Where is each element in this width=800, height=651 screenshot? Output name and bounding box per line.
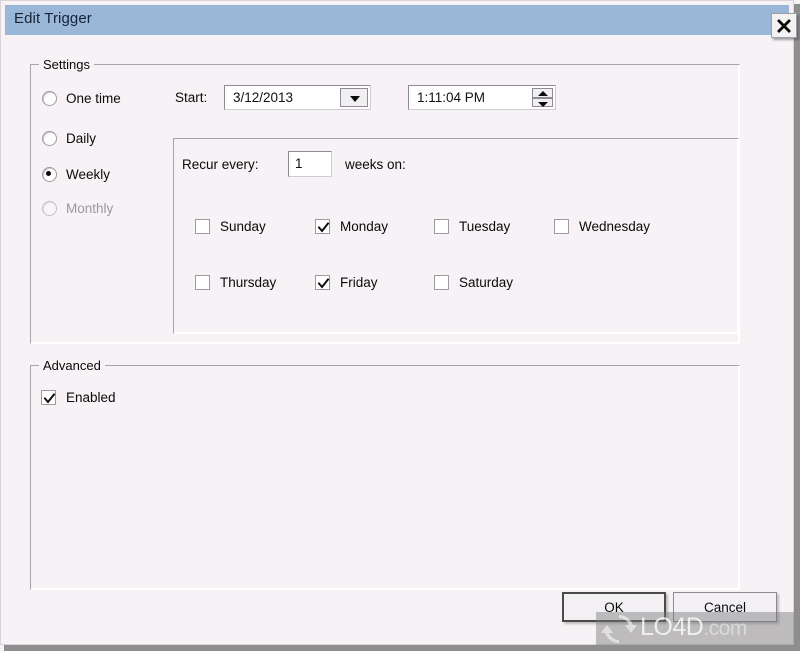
checkbox-sunday-label: Sunday [220,219,266,234]
checkbox-tuesday[interactable]: Tuesday [434,219,510,234]
cancel-button[interactable]: Cancel [673,592,777,622]
radio-one-time-label: One time [66,91,121,106]
advanced-group-border [30,365,740,590]
checkbox-friday-label: Friday [340,275,378,290]
start-date-field[interactable]: 3/12/2013 [224,85,371,110]
checkmark-icon [43,393,56,404]
checkbox-monday[interactable]: Monday [315,219,388,234]
checkbox-friday[interactable]: Friday [315,275,378,290]
start-time-field[interactable]: 1:11:04 PM [408,85,556,110]
radio-one-time-mark [42,91,57,106]
recur-interval-input[interactable]: 1 [288,151,332,177]
start-date-value: 3/12/2013 [233,90,294,105]
checkbox-monday-mark [315,219,330,234]
checkbox-thursday-mark [195,275,210,290]
checkbox-sunday[interactable]: Sunday [195,219,266,234]
checkbox-monday-label: Monday [340,219,389,234]
radio-daily[interactable]: Daily [42,131,96,146]
close-icon [777,19,791,33]
checkbox-wednesday-mark [554,219,569,234]
checkbox-thursday[interactable]: Thursday [195,275,276,290]
radio-daily-label: Daily [66,131,97,146]
title-bar: Edit Trigger [5,5,797,38]
radio-weekly-mark [42,167,57,182]
checkbox-wednesday-label: Wednesday [579,219,651,234]
checkbox-tuesday-label: Tuesday [459,219,511,234]
checkbox-enabled-mark [41,390,56,405]
radio-monthly: Monthly [42,201,113,216]
radio-daily-mark [42,131,57,146]
checkbox-saturday-mark [434,275,449,290]
checkbox-friday-mark [315,275,330,290]
start-time-spinner[interactable] [532,88,553,107]
start-date-dropdown-button[interactable] [340,88,368,107]
checkbox-saturday[interactable]: Saturday [434,275,513,290]
checkbox-enabled[interactable]: Enabled [41,390,116,405]
settings-group-legend: Settings [39,57,94,72]
start-label: Start: [175,90,208,105]
checkmark-icon [317,278,330,289]
checkmark-icon [317,222,330,233]
checkbox-thursday-label: Thursday [220,275,277,290]
radio-monthly-mark [42,201,57,216]
dialog-shadow-bottom [4,645,800,651]
recur-interval-value: 1 [295,156,303,171]
checkbox-enabled-label: Enabled [66,390,116,405]
chevron-down-icon [350,96,360,102]
advanced-group: Advanced [30,358,740,590]
spinner-up-icon [537,91,548,96]
checkbox-saturday-label: Saturday [459,275,514,290]
advanced-group-legend: Advanced [39,358,105,373]
recur-every-label: Recur every: [182,157,259,172]
weeks-on-label: weeks on: [345,157,406,172]
start-time-spinner-up[interactable] [532,88,553,98]
checkbox-wednesday[interactable]: Wednesday [554,219,650,234]
radio-weekly[interactable]: Weekly [42,167,110,182]
window-title: Edit Trigger [14,10,92,27]
ok-button[interactable]: OK [562,592,666,622]
dialog-shadow-right [794,4,800,651]
radio-weekly-label: Weekly [66,167,111,182]
radio-monthly-label: Monthly [66,201,114,216]
spinner-down-icon [537,101,548,107]
start-time-value: 1:11:04 PM [417,90,486,105]
start-time-spinner-down[interactable] [532,97,553,107]
edit-trigger-dialog: Edit Trigger Settings One time Daily Wee… [0,0,800,651]
checkbox-sunday-mark [195,219,210,234]
radio-one-time[interactable]: One time [42,91,121,106]
close-button[interactable] [771,13,797,38]
checkbox-tuesday-mark [434,219,449,234]
